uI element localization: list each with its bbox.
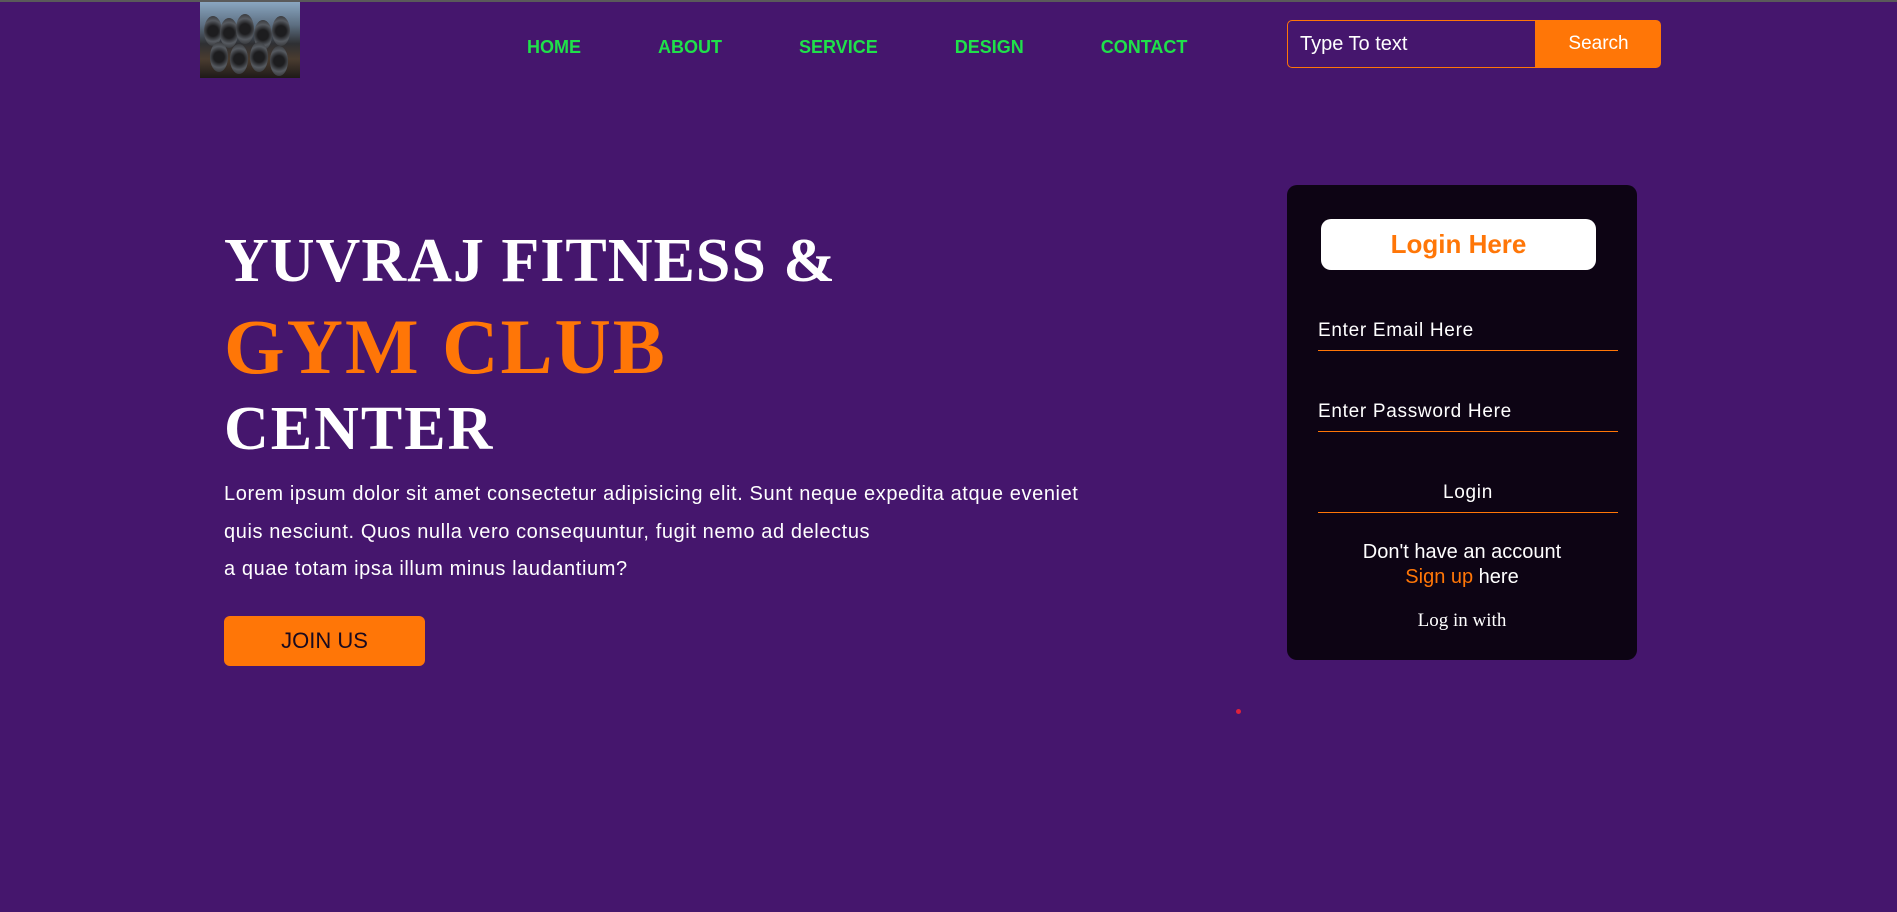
signup-prompt: Don't have an account Sign up here (1287, 540, 1637, 590)
logo-image (200, 2, 300, 78)
nav-item-service[interactable]: SERVICE (799, 37, 878, 58)
nav-item-home[interactable]: HOME (527, 37, 581, 58)
decorative-dot (1236, 709, 1241, 714)
search-input[interactable] (1287, 20, 1536, 68)
hero-description-line2: quis nesciunt. Quos nulla vero consequun… (224, 520, 871, 543)
nav-item-design[interactable]: DESIGN (955, 37, 1024, 58)
signup-suffix: here (1473, 566, 1519, 588)
login-button[interactable]: Login (1318, 473, 1618, 513)
hero-title-line2: GYM CLUB (224, 303, 667, 390)
hero-description-line3: a quae totam ipsa illum minus laudantium… (224, 558, 628, 580)
search-bar: Search (1287, 20, 1661, 68)
hero-description: Lorem ipsum dolor sit amet consectetur a… (224, 476, 1204, 589)
no-account-text: Don't have an account (1362, 541, 1562, 563)
join-us-button[interactable]: JOIN US (224, 616, 425, 666)
hero-description-line1: Lorem ipsum dolor sit amet consectetur a… (224, 483, 1079, 505)
signup-link[interactable]: Sign up (1405, 566, 1473, 588)
hero-title-line3: CENTER (224, 395, 495, 463)
nav-item-contact[interactable]: CONTACT (1101, 37, 1188, 58)
nav-item-about[interactable]: ABOUT (658, 37, 722, 58)
hero-title: YUVRAJ FITNESS & GYM CLUB CENTER (224, 230, 836, 460)
login-heading: Login Here (1321, 219, 1596, 270)
email-field[interactable] (1318, 311, 1618, 351)
hero-title-line1: YUVRAJ FITNESS & (224, 227, 836, 295)
search-button[interactable]: Search (1536, 20, 1661, 68)
main-nav: HOME ABOUT SERVICE DESIGN CONTACT (527, 37, 1187, 58)
password-field[interactable] (1318, 392, 1618, 432)
login-card: Login Here Login Don't have an account S… (1287, 185, 1637, 660)
log-in-with-label: Log in with (1417, 610, 1507, 631)
